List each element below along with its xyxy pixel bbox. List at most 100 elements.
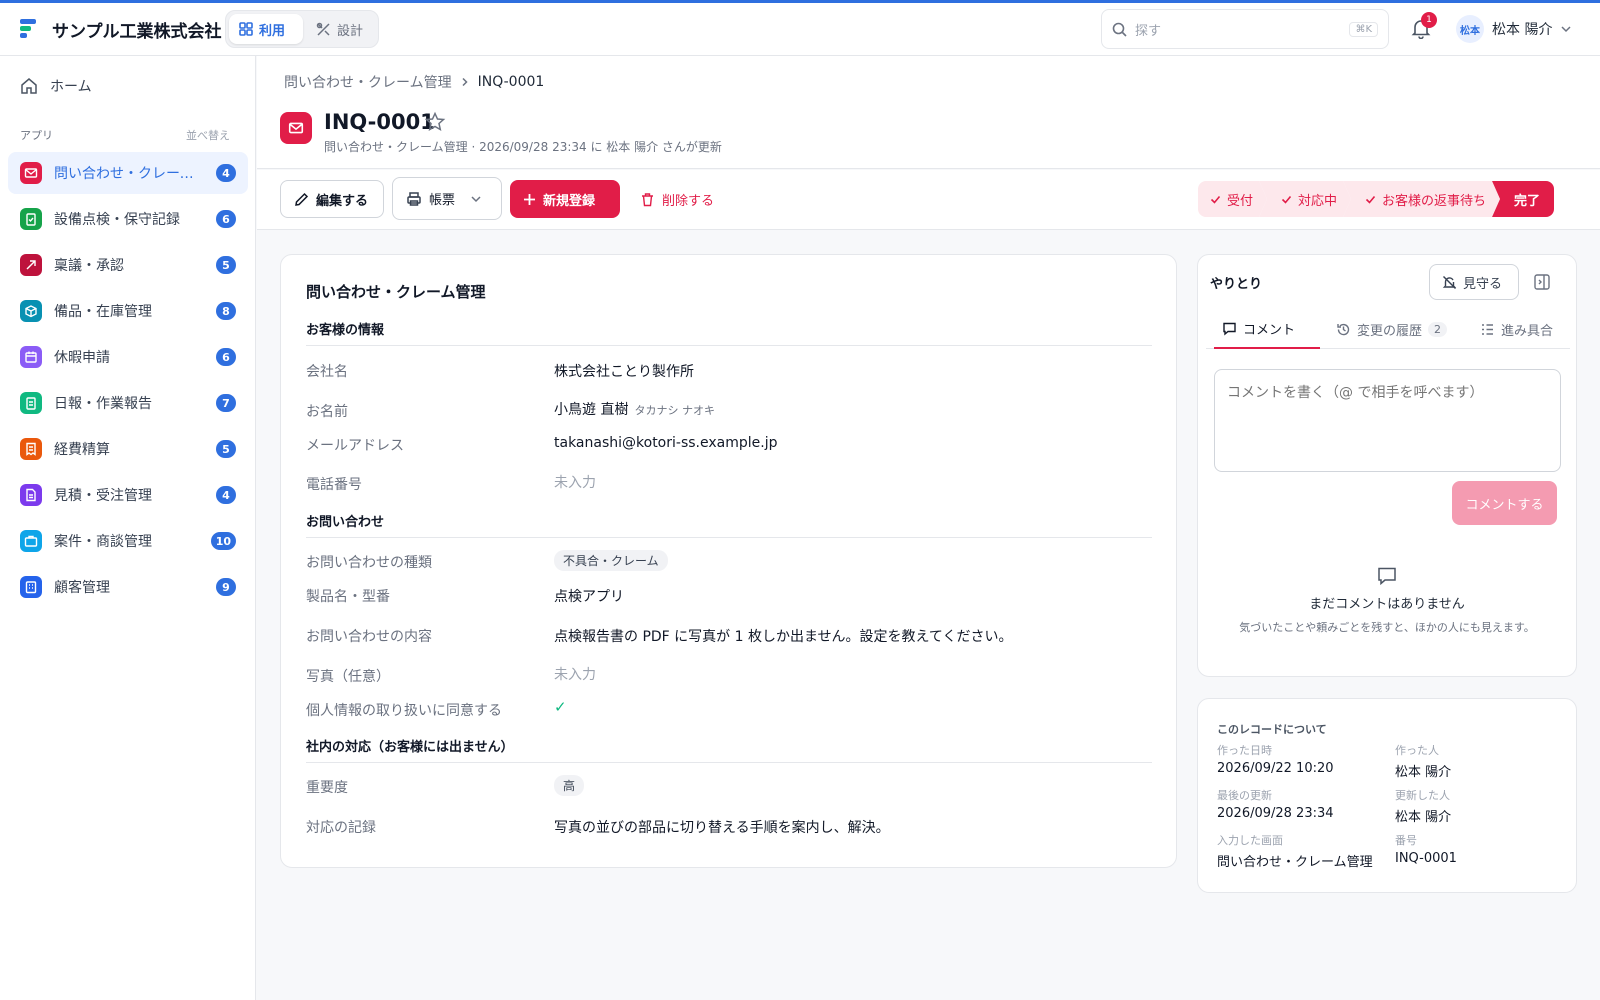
user-menu[interactable]: 松本 松本 陽介 bbox=[1456, 15, 1572, 43]
print-dropdown-button[interactable]: 帳票 bbox=[392, 177, 502, 220]
breadcrumb-parent-link[interactable]: 問い合わせ・クレーム管理 bbox=[284, 72, 452, 92]
sidebar-item-inquiry[interactable]: 問い合わせ・クレーム管理 4 bbox=[8, 152, 248, 194]
print-label: 帳票 bbox=[429, 193, 456, 208]
tab-history[interactable]: 変更の履歴 2 bbox=[1328, 309, 1455, 349]
sidebar-home-label: ホーム bbox=[50, 79, 92, 95]
search-input[interactable]: 探す ⌘K bbox=[1101, 9, 1389, 49]
sidebar-item-quotation[interactable]: 見積・受注管理 4 bbox=[8, 474, 248, 516]
sidebar-item-label: 備品・在庫管理 bbox=[54, 304, 152, 320]
breadcrumb: 問い合わせ・クレーム管理 INQ-0001 bbox=[284, 72, 544, 92]
check-icon bbox=[1365, 194, 1376, 205]
name-value: 小鳥遊 直樹 bbox=[554, 402, 629, 418]
field-value-consent: ✓ bbox=[554, 698, 567, 716]
add-record-button[interactable]: 新規登録 bbox=[510, 180, 620, 218]
sidebar-item-label: 見積・受注管理 bbox=[54, 488, 152, 504]
pencil-icon bbox=[295, 192, 309, 206]
comment-input[interactable] bbox=[1214, 369, 1561, 472]
sidebar-item-maintenance[interactable]: 設備点検・保守記録 6 bbox=[8, 198, 248, 240]
watch-button[interactable]: 見守る bbox=[1429, 264, 1519, 300]
count-badge: 7 bbox=[216, 394, 236, 412]
sidebar-item-label: 顧客管理 bbox=[54, 580, 110, 596]
checklist-icon bbox=[1482, 323, 1493, 335]
status-step-label: お客様の返事待ち bbox=[1382, 193, 1487, 209]
priority-chip: 高 bbox=[554, 775, 585, 796]
status-step-label: 完了 bbox=[1514, 193, 1541, 209]
grid-icon bbox=[239, 22, 253, 36]
sidebar-item-approval[interactable]: 稟議・承認 5 bbox=[8, 244, 248, 286]
empty-state-title: まだコメントはありません bbox=[1309, 597, 1465, 612]
page-title: INQ-0001 bbox=[324, 110, 435, 134]
count-badge: 8 bbox=[216, 302, 236, 320]
field-value-email: takanashi@kotori-ss.example.jp bbox=[554, 435, 778, 451]
sidebar-item-leave[interactable]: 休暇申請 6 bbox=[8, 336, 248, 378]
company-logo-icon bbox=[20, 19, 36, 38]
sidebar-item-home[interactable]: ホーム bbox=[20, 76, 92, 96]
status-step[interactable]: お客様の返事待ち bbox=[1343, 181, 1500, 217]
info-label: 入力した画面 bbox=[1217, 834, 1283, 847]
star-icon[interactable] bbox=[424, 111, 446, 133]
status-step-label: 対応中 bbox=[1298, 193, 1338, 209]
mail-icon bbox=[288, 122, 304, 134]
field-value-name: 小鳥遊 直樹 タカナシ ナオキ bbox=[554, 399, 715, 419]
app-list: 問い合わせ・クレーム管理 4 設備点検・保守記録 6 稟議・承認 5 備品・在庫… bbox=[8, 152, 248, 612]
status-step[interactable]: 受付 bbox=[1198, 181, 1267, 217]
sidebar-item-daily-report[interactable]: 日報・作業報告 7 bbox=[8, 382, 248, 424]
info-label: 番号 bbox=[1395, 834, 1417, 847]
info-creator-value: 松本 陽介 bbox=[1395, 765, 1452, 780]
tools-icon bbox=[316, 22, 330, 36]
section-heading-inquiry: お問い合わせ bbox=[306, 511, 1152, 538]
mode-use-button[interactable]: 利用 bbox=[229, 14, 303, 44]
edit-label: 編集する bbox=[316, 193, 369, 209]
record-info-title: このレコードについて bbox=[1217, 723, 1327, 736]
sidebar-section-header: アプリ 並べ替え bbox=[20, 127, 230, 143]
sidebar-item-customers[interactable]: 顧客管理 9 bbox=[8, 566, 248, 608]
box-icon bbox=[20, 300, 42, 322]
stamp-icon bbox=[20, 254, 42, 276]
field-label: 会社名 bbox=[306, 364, 348, 380]
tab-comment[interactable]: コメント bbox=[1214, 309, 1320, 349]
user-name: 松本 陽介 bbox=[1492, 22, 1553, 38]
bell-off-icon bbox=[1442, 275, 1457, 289]
count-badge: 5 bbox=[216, 440, 236, 458]
delete-button[interactable]: 削除する bbox=[627, 180, 727, 218]
status-step-current[interactable]: 完了 bbox=[1492, 181, 1555, 217]
mode-design-button[interactable]: 設計 bbox=[306, 14, 376, 44]
field-value-phone: 未入力 bbox=[554, 475, 596, 491]
collapse-panel-icon[interactable] bbox=[1533, 273, 1551, 291]
tab-history-count: 2 bbox=[1428, 321, 1448, 337]
info-updated-value: 2026/09/28 23:34 bbox=[1217, 806, 1334, 821]
record-info-card: このレコードについて 作った日時 2026/09/22 10:20 作った人 松… bbox=[1197, 698, 1577, 893]
info-label: 更新した人 bbox=[1395, 789, 1450, 802]
home-icon bbox=[21, 78, 37, 94]
info-label: 作った人 bbox=[1395, 744, 1439, 757]
sidebar-item-label: 休暇申請 bbox=[54, 350, 110, 366]
receipt-icon bbox=[20, 438, 42, 460]
sidebar-item-expense[interactable]: 経費精算 5 bbox=[8, 428, 248, 470]
tab-progress-label: 進み具合 bbox=[1501, 323, 1554, 339]
mode-use-label: 利用 bbox=[259, 23, 286, 39]
sidebar-item-label: 日報・作業報告 bbox=[54, 396, 152, 412]
notification-badge: 1 bbox=[1421, 12, 1437, 28]
app-header: サンプル工業株式会社 利用 設計 探す ⌘K 1 松本 松本 陽介 bbox=[0, 3, 1600, 56]
info-number-value: INQ-0001 bbox=[1395, 851, 1457, 866]
count-badge: 9 bbox=[216, 578, 236, 596]
activity-tabs: コメント 変更の履歴 2 進み具合 bbox=[1206, 309, 1570, 349]
search-shortcut: ⌘K bbox=[1349, 21, 1378, 37]
sidebar-item-inventory[interactable]: 備品・在庫管理 8 bbox=[8, 290, 248, 332]
edit-button[interactable]: 編集する bbox=[280, 180, 384, 218]
field-value-company: 株式会社ことり製作所 bbox=[554, 364, 694, 380]
info-screen-value: 問い合わせ・クレーム管理 bbox=[1217, 855, 1373, 870]
form-title: 問い合わせ・クレーム管理 bbox=[306, 283, 486, 301]
status-step[interactable]: 対応中 bbox=[1259, 181, 1351, 217]
count-badge: 4 bbox=[216, 164, 236, 182]
sidebar-item-deals[interactable]: 案件・商談管理 10 bbox=[8, 520, 248, 562]
field-label: お問い合わせの種類 bbox=[306, 555, 432, 571]
sidebar-sort-link[interactable]: 並べ替え bbox=[186, 127, 230, 143]
sidebar: ホーム アプリ 並べ替え 問い合わせ・クレーム管理 4 設備点検・保守記録 6 … bbox=[0, 56, 256, 1000]
comment-submit-button[interactable]: コメントする bbox=[1452, 481, 1557, 525]
field-value-log: 写真の並びの部品に切り替える手順を案内し、解決。 bbox=[554, 820, 890, 836]
tab-progress[interactable]: 進み具合 bbox=[1472, 309, 1561, 349]
delete-label: 削除する bbox=[662, 193, 715, 209]
avatar: 松本 bbox=[1456, 15, 1484, 43]
sidebar-item-label: 設備点検・保守記録 bbox=[54, 212, 180, 228]
